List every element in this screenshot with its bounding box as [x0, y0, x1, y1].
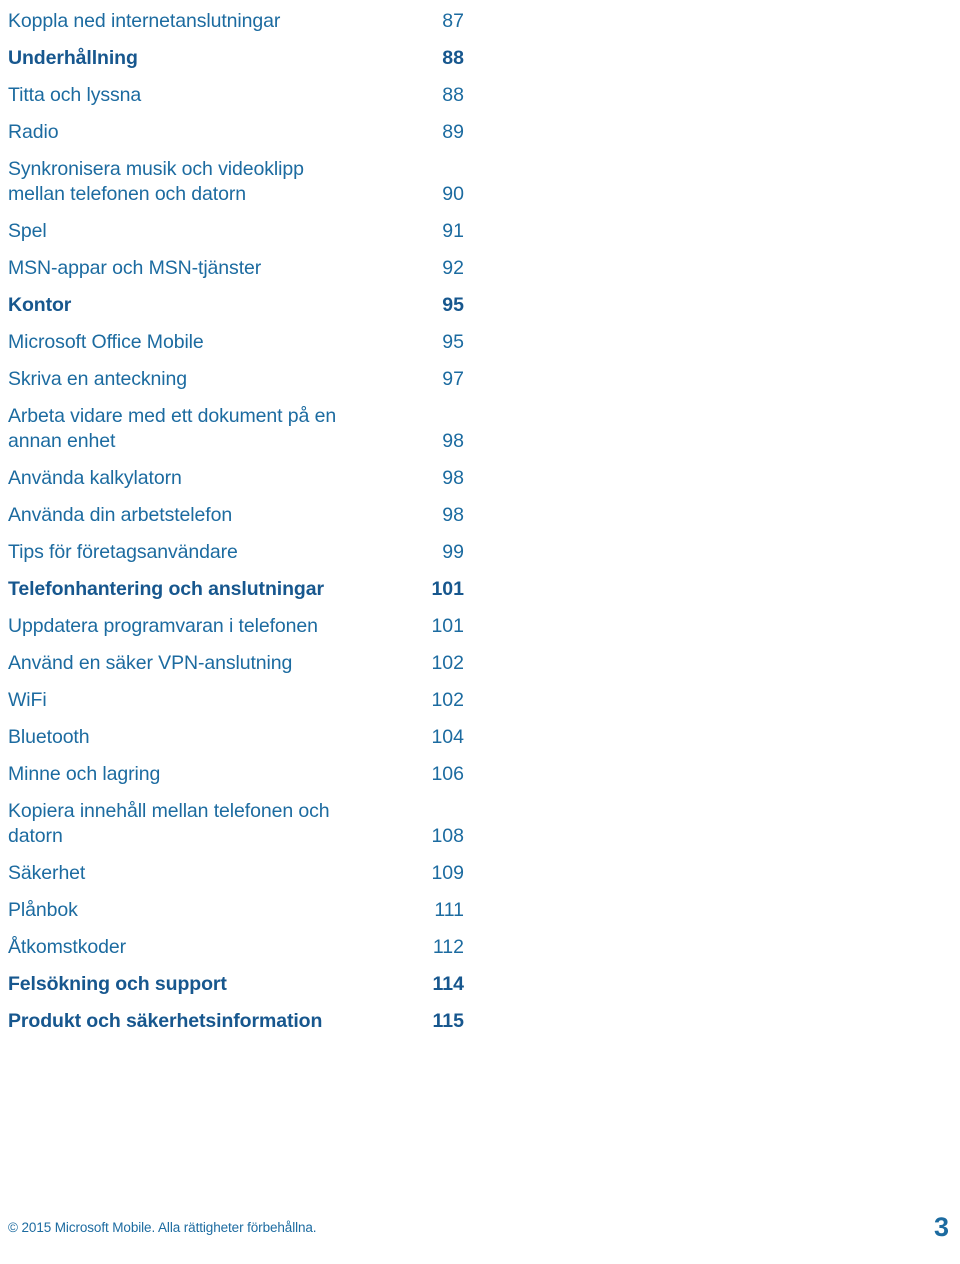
- toc-entry-page-number: 99: [442, 541, 464, 563]
- toc-entry-page-number: 111: [434, 899, 464, 921]
- toc-section-row[interactable]: Produkt och säkerhetsinformation 115: [8, 1004, 464, 1041]
- toc-section-row[interactable]: Kontor 95: [8, 288, 464, 325]
- toc-entry-title: Synkronisera musik och videoklipp mellan…: [8, 158, 304, 205]
- toc-entry-title: Plånbok: [8, 899, 78, 921]
- toc-entry-page-number: 87: [442, 10, 464, 32]
- toc-entry-page-number: 101: [431, 615, 464, 637]
- toc-entry-title: Felsökning och support: [8, 973, 227, 995]
- toc-entry-title: Produkt och säkerhetsinformation: [8, 1010, 323, 1032]
- toc-entry-page-number: 97: [442, 368, 464, 390]
- toc-entry-page-number: 92: [442, 257, 464, 279]
- toc-entry-title: Använda din arbetstelefon: [8, 504, 233, 526]
- toc-entry-title: Bluetooth: [8, 726, 90, 748]
- toc-entry-row[interactable]: Radio 89: [8, 115, 464, 152]
- table-of-contents: Koppla ned internetanslutningar 87 Underhå…: [8, 4, 464, 1041]
- toc-entry-row[interactable]: Spel 91: [8, 214, 464, 251]
- toc-entry-page-number: 98: [442, 467, 464, 489]
- toc-entry-row[interactable]: Kopiera innehåll mellan telefonen och da…: [8, 794, 464, 856]
- copyright-notice: © 2015 Microsoft Mobile. Alla rättighete…: [8, 1220, 317, 1235]
- toc-section-row[interactable]: Felsökning och support 114: [8, 967, 464, 1004]
- toc-entry-row[interactable]: Bluetooth 104: [8, 720, 464, 757]
- toc-entry-title: Minne och lagring: [8, 763, 161, 785]
- toc-entry-page-number: 112: [432, 936, 464, 958]
- toc-entry-page-number: 88: [442, 84, 464, 106]
- toc-entry-title: Radio: [8, 121, 59, 143]
- toc-entry-page-number: 91: [442, 220, 464, 242]
- toc-entry-page-number: 101: [431, 578, 464, 600]
- toc-entry-page-number: 106: [431, 763, 464, 785]
- toc-entry-page-number: 95: [442, 331, 464, 353]
- toc-entry-title: Använd en säker VPN-anslutning: [8, 652, 293, 674]
- toc-entry-row[interactable]: Koppla ned internetanslutningar 87: [8, 4, 464, 41]
- toc-entry-row[interactable]: Använda kalkylatorn 98: [8, 461, 464, 498]
- toc-entry-title: Microsoft Office Mobile: [8, 331, 204, 353]
- toc-section-row[interactable]: Telefonhantering och anslutningar 101: [8, 572, 464, 609]
- toc-entry-row[interactable]: MSN-appar och MSN-tjänster 92: [8, 251, 464, 288]
- toc-entry-page-number: 90: [442, 183, 464, 205]
- page-footer: © 2015 Microsoft Mobile. Alla rättighete…: [0, 1212, 960, 1256]
- toc-entry-title: WiFi: [8, 689, 47, 711]
- toc-entry-title: Skriva en anteckning: [8, 368, 188, 390]
- toc-entry-title: Tips för företagsanvändare: [8, 541, 238, 563]
- toc-entry-title: Koppla ned internetanslutningar: [8, 10, 281, 32]
- toc-entry-page-number: 88: [442, 47, 464, 69]
- toc-entry-page-number: 115: [432, 1010, 464, 1032]
- toc-entry-page-number: 104: [431, 726, 464, 748]
- toc-entry-page-number: 109: [431, 862, 464, 884]
- toc-entry-row[interactable]: Tips för företagsanvändare 99: [8, 535, 464, 572]
- toc-entry-title: Telefonhantering och anslutningar: [8, 578, 324, 600]
- toc-entry-row[interactable]: Titta och lyssna 88: [8, 78, 464, 115]
- toc-entry-row[interactable]: Plånbok 111: [8, 893, 464, 930]
- page-number: 3: [933, 1212, 949, 1242]
- toc-entry-page-number: 98: [442, 504, 464, 526]
- toc-entry-page-number: 102: [431, 652, 464, 674]
- toc-entry-title: Spel: [8, 220, 47, 242]
- toc-entry-title: Underhållning: [8, 47, 138, 69]
- toc-entry-title: Uppdatera programvaran i telefonen: [8, 615, 318, 637]
- toc-entry-row[interactable]: Microsoft Office Mobile 95: [8, 325, 464, 362]
- toc-entry-row[interactable]: Uppdatera programvaran i telefonen 101: [8, 609, 464, 646]
- toc-entry-row[interactable]: Minne och lagring 106: [8, 757, 464, 794]
- toc-entry-page-number: 95: [442, 294, 464, 316]
- toc-entry-row[interactable]: Arbeta vidare med ett dokument på en ann…: [8, 399, 464, 461]
- toc-entry-title: Titta och lyssna: [8, 84, 142, 106]
- toc-entry-title: Kopiera innehåll mellan telefonen och da…: [8, 800, 330, 847]
- toc-entry-title: Kontor: [8, 294, 72, 316]
- toc-entry-row[interactable]: Använd en säker VPN-anslutning 102: [8, 646, 464, 683]
- toc-entry-page-number: 98: [442, 430, 464, 452]
- toc-entry-title: Arbeta vidare med ett dokument på en ann…: [8, 405, 337, 452]
- toc-entry-page-number: 89: [442, 121, 464, 143]
- toc-entry-page-number: 108: [431, 825, 464, 847]
- toc-entry-row[interactable]: Synkronisera musik och videoklipp mellan…: [8, 152, 464, 214]
- toc-entry-row[interactable]: Säkerhet 109: [8, 856, 464, 893]
- toc-section-row[interactable]: Underhållning 88: [8, 41, 464, 78]
- toc-entry-row[interactable]: WiFi 102: [8, 683, 464, 720]
- toc-entry-page-number: 102: [431, 689, 464, 711]
- toc-entry-title: Säkerhet: [8, 862, 86, 884]
- toc-entry-row[interactable]: Skriva en anteckning 97: [8, 362, 464, 399]
- toc-entry-row[interactable]: Åtkomstkoder 112: [8, 930, 464, 967]
- toc-entry-title: Åtkomstkoder: [8, 936, 127, 958]
- toc-entry-title: Använda kalkylatorn: [8, 467, 182, 489]
- toc-entry-row[interactable]: Använda din arbetstelefon 98: [8, 498, 464, 535]
- toc-entry-title: MSN-appar och MSN-tjänster: [8, 257, 262, 279]
- toc-entry-page-number: 114: [432, 973, 464, 995]
